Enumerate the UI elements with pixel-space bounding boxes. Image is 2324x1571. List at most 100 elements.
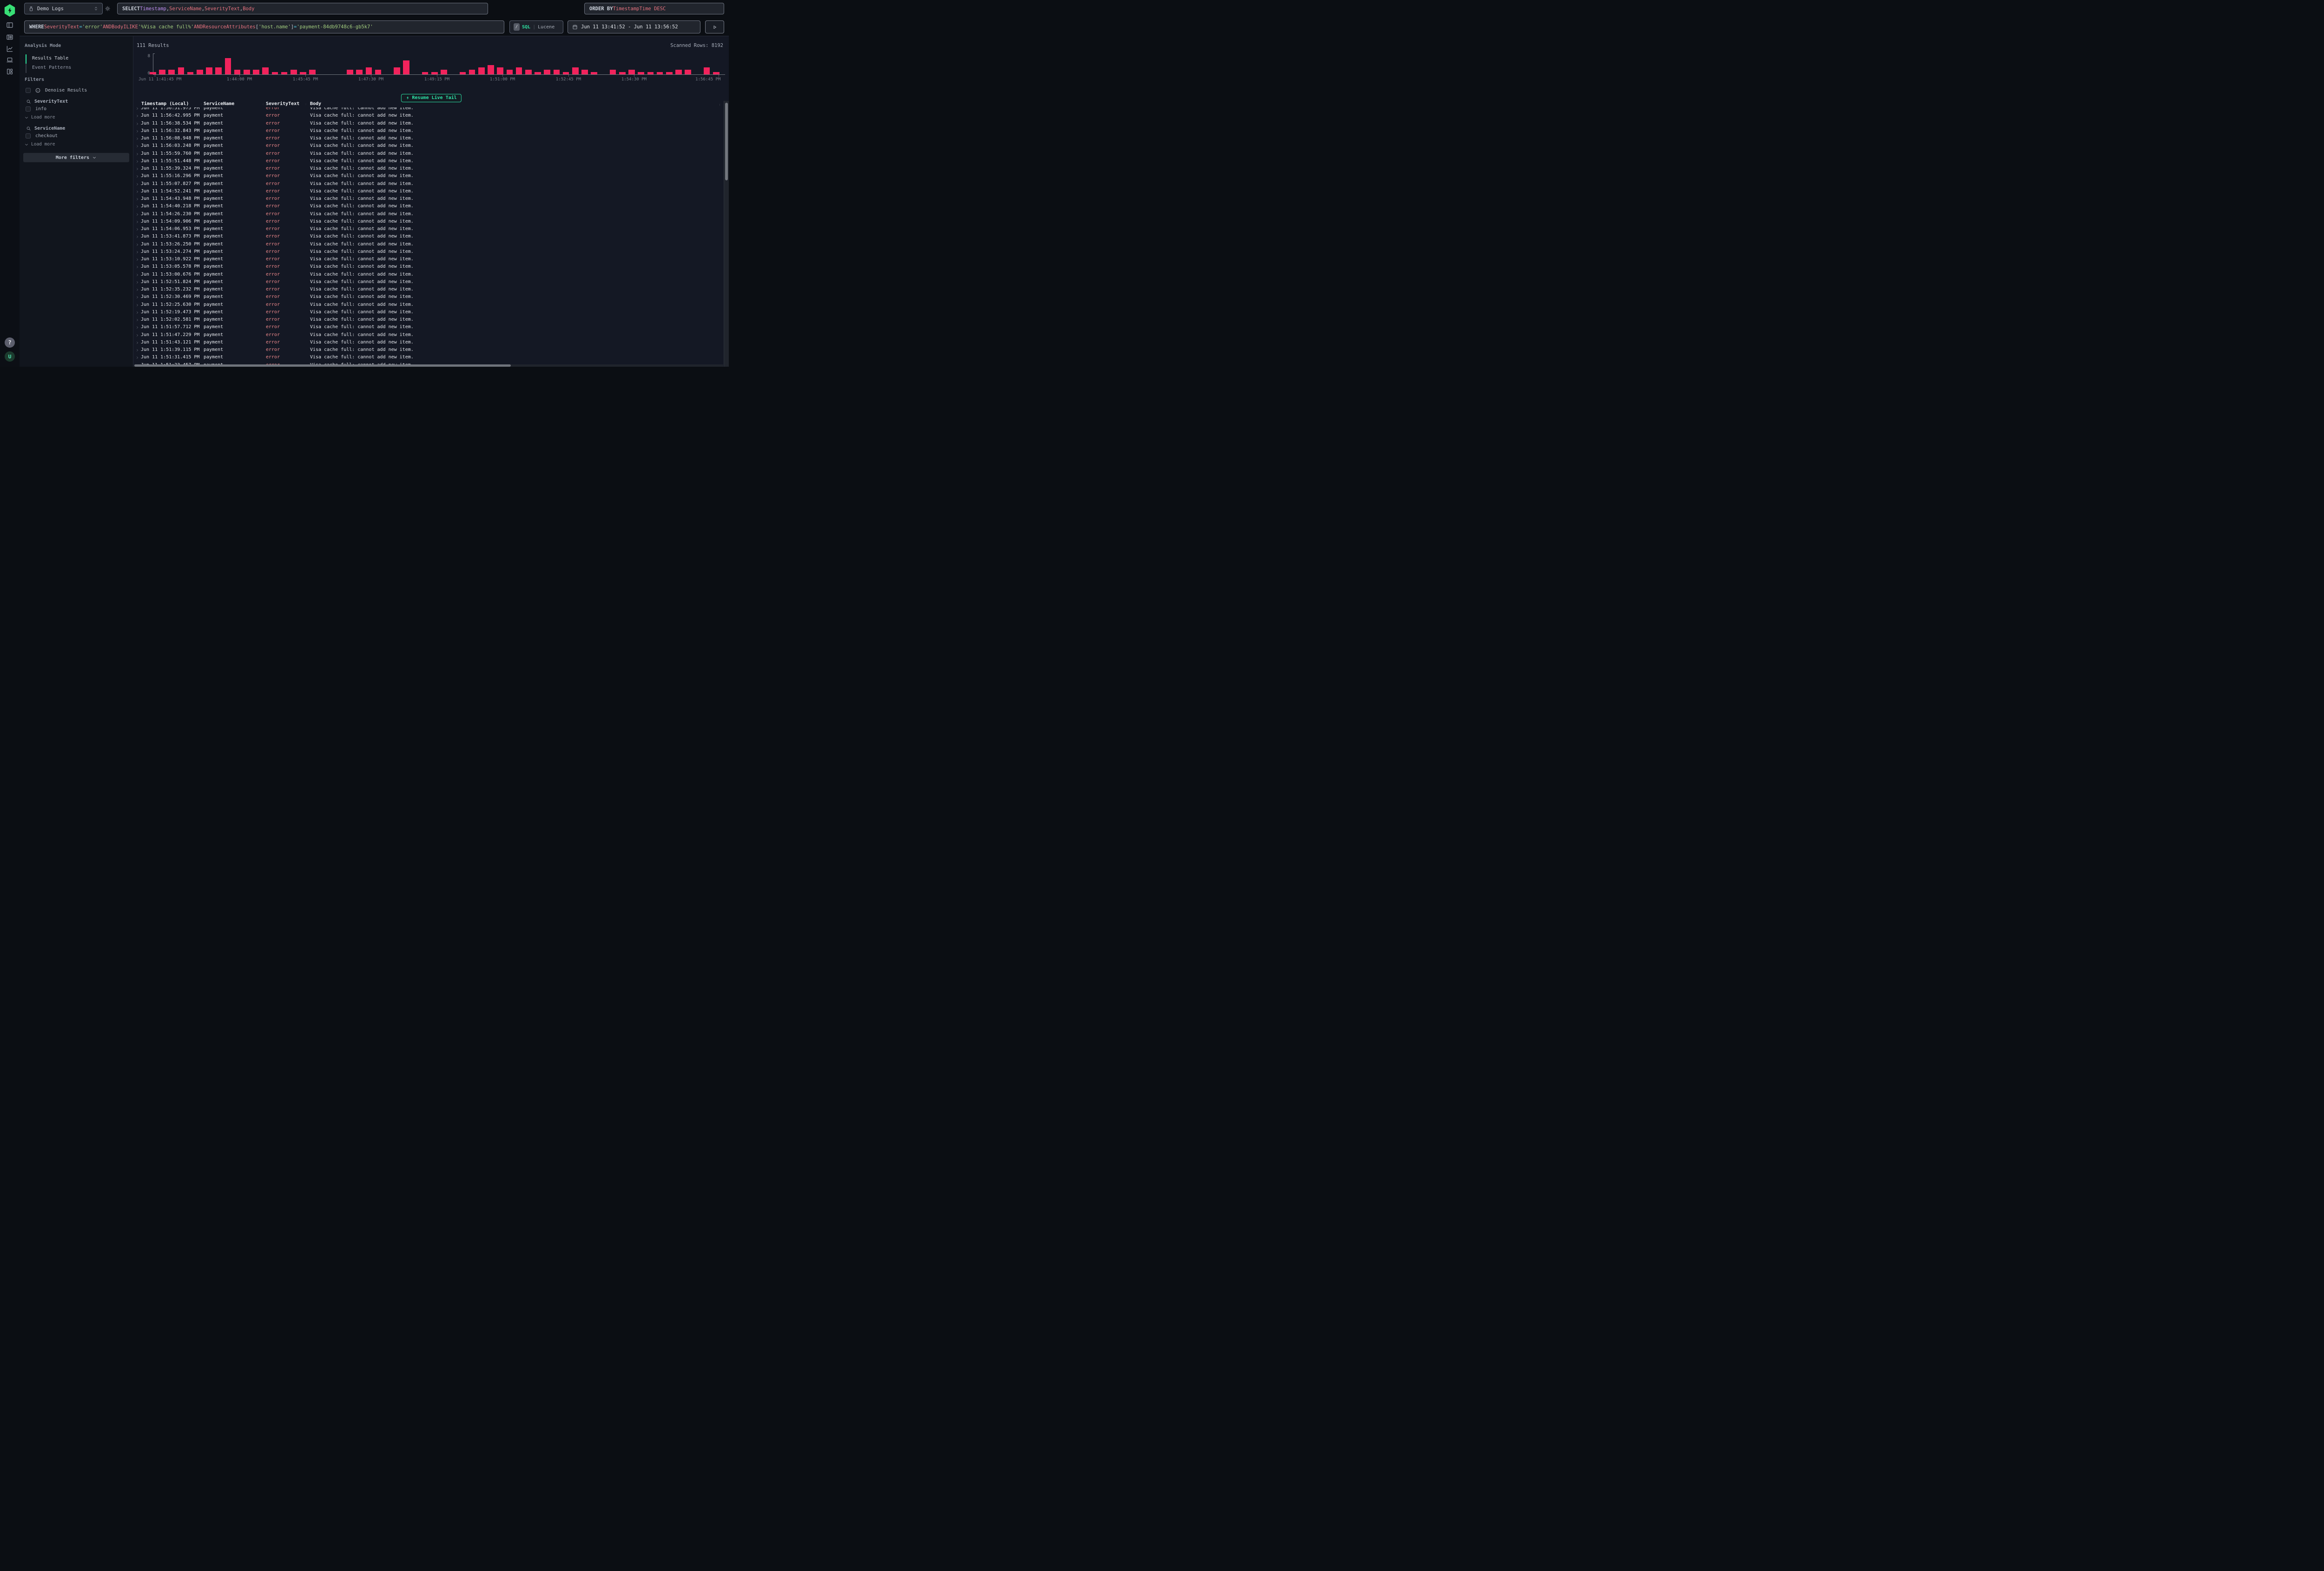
lucene-mode-option[interactable]: Lucene bbox=[538, 25, 555, 30]
row-expand-chevron-icon[interactable] bbox=[136, 122, 139, 125]
histogram-bar[interactable] bbox=[375, 70, 382, 74]
histogram-bar[interactable] bbox=[244, 70, 250, 74]
sql-mode-option[interactable]: SQL bbox=[522, 25, 530, 30]
more-filters-button[interactable]: More filters bbox=[23, 153, 129, 162]
table-row[interactable]: Jun 11 1:53:00.676 PM payment error Visa… bbox=[133, 271, 723, 278]
filter-checkbox[interactable] bbox=[26, 133, 31, 139]
row-expand-chevron-icon[interactable] bbox=[136, 220, 139, 224]
histogram-bar[interactable] bbox=[469, 70, 475, 74]
row-expand-chevron-icon[interactable] bbox=[136, 288, 139, 291]
row-expand-chevron-icon[interactable] bbox=[136, 114, 139, 118]
table-row[interactable]: Jun 11 1:56:42.995 PM payment error Visa… bbox=[133, 112, 723, 120]
table-row[interactable]: Jun 11 1:52:30.469 PM payment error Visa… bbox=[133, 294, 723, 301]
row-expand-chevron-icon[interactable] bbox=[136, 356, 139, 359]
histogram-bar[interactable] bbox=[215, 67, 222, 74]
filter-option-label[interactable]: info bbox=[35, 106, 46, 112]
horizontal-scrollbar-thumb[interactable] bbox=[134, 364, 511, 367]
user-avatar[interactable]: U bbox=[5, 351, 15, 362]
histogram-bar[interactable] bbox=[507, 70, 513, 74]
row-expand-chevron-icon[interactable] bbox=[136, 304, 139, 307]
table-row[interactable]: Jun 11 1:52:19.473 PM payment error Visa… bbox=[133, 309, 723, 316]
search-icon[interactable] bbox=[26, 99, 31, 104]
histogram-bar[interactable] bbox=[309, 70, 316, 74]
row-expand-chevron-icon[interactable] bbox=[136, 251, 139, 254]
table-row[interactable]: Jun 11 1:51:47.229 PM payment error Visa… bbox=[133, 331, 723, 339]
column-header-body[interactable]: Body bbox=[310, 101, 321, 106]
histogram-bar[interactable] bbox=[488, 65, 494, 74]
table-options-icon[interactable] bbox=[719, 102, 721, 108]
histogram-bar[interactable] bbox=[234, 70, 241, 74]
table-row[interactable]: Jun 11 1:54:09.906 PM payment error Visa… bbox=[133, 218, 723, 225]
table-row[interactable]: Jun 11 1:56:32.843 PM payment error Visa… bbox=[133, 127, 723, 135]
table-row[interactable]: Jun 11 1:53:05.578 PM payment error Visa… bbox=[133, 264, 723, 271]
histogram-bar[interactable] bbox=[554, 70, 560, 74]
histogram-bar[interactable] bbox=[525, 70, 532, 74]
source-select[interactable]: Demo Logs bbox=[24, 3, 103, 14]
row-expand-chevron-icon[interactable] bbox=[136, 190, 139, 193]
row-expand-chevron-icon[interactable] bbox=[136, 160, 139, 163]
column-resize-handle-icon[interactable] bbox=[305, 101, 307, 107]
histogram-bar[interactable] bbox=[628, 70, 635, 74]
row-expand-chevron-icon[interactable] bbox=[136, 273, 139, 277]
histogram-bar[interactable] bbox=[544, 70, 550, 74]
histogram-bar[interactable] bbox=[685, 70, 691, 74]
row-expand-chevron-icon[interactable] bbox=[136, 183, 139, 186]
row-expand-chevron-icon[interactable] bbox=[136, 326, 139, 329]
vertical-scrollbar[interactable] bbox=[724, 101, 729, 367]
histogram-bar[interactable] bbox=[290, 70, 297, 74]
row-expand-chevron-icon[interactable] bbox=[136, 349, 139, 352]
row-expand-chevron-icon[interactable] bbox=[136, 311, 139, 314]
logs-icon[interactable] bbox=[6, 33, 13, 41]
gear-icon[interactable] bbox=[105, 6, 111, 12]
histogram-bar[interactable] bbox=[356, 70, 363, 74]
row-expand-chevron-icon[interactable] bbox=[136, 175, 139, 178]
row-expand-chevron-icon[interactable] bbox=[136, 130, 139, 133]
histogram-bar[interactable] bbox=[394, 67, 400, 74]
histogram-bar[interactable] bbox=[366, 67, 372, 74]
chart-icon[interactable] bbox=[6, 45, 13, 53]
histogram-bar[interactable] bbox=[197, 70, 203, 74]
histogram-bar[interactable] bbox=[675, 70, 682, 74]
histogram-bar[interactable] bbox=[262, 67, 269, 74]
app-logo[interactable] bbox=[4, 4, 16, 17]
table-row[interactable]: Jun 11 1:52:25.630 PM payment error Visa… bbox=[133, 301, 723, 309]
histogram-bar[interactable] bbox=[478, 67, 485, 74]
query-language-toggle[interactable]: / SQL | Lucene bbox=[509, 20, 563, 33]
row-expand-chevron-icon[interactable] bbox=[136, 152, 139, 156]
table-row[interactable]: Jun 11 1:56:03.248 PM payment error Visa… bbox=[133, 143, 723, 150]
histogram-bar[interactable] bbox=[704, 67, 710, 74]
row-expand-chevron-icon[interactable] bbox=[136, 296, 139, 299]
filter-option-label[interactable]: checkout bbox=[35, 133, 58, 139]
table-row[interactable]: Jun 11 1:55:51.448 PM payment error Visa… bbox=[133, 158, 723, 165]
row-expand-chevron-icon[interactable] bbox=[136, 145, 139, 148]
table-row[interactable]: Jun 11 1:51:43.121 PM payment error Visa… bbox=[133, 339, 723, 346]
row-expand-chevron-icon[interactable] bbox=[136, 318, 139, 322]
histogram-bar[interactable] bbox=[610, 70, 616, 74]
table-row[interactable]: Jun 11 1:54:06.953 PM payment error Visa… bbox=[133, 226, 723, 233]
histogram-bar[interactable] bbox=[347, 70, 353, 74]
dashboard-icon[interactable] bbox=[6, 68, 13, 75]
run-query-button[interactable] bbox=[705, 20, 724, 33]
row-expand-chevron-icon[interactable] bbox=[136, 265, 139, 269]
row-expand-chevron-icon[interactable] bbox=[136, 205, 139, 208]
row-expand-chevron-icon[interactable] bbox=[136, 341, 139, 344]
table-row[interactable]: Jun 11 1:54:40.218 PM payment error Visa… bbox=[133, 203, 723, 211]
histogram-bar[interactable] bbox=[441, 70, 447, 74]
histogram-bar[interactable] bbox=[581, 70, 588, 74]
time-range-picker[interactable]: Jun 11 13:41:52 - Jun 11 13:56:52 bbox=[568, 20, 700, 33]
row-expand-chevron-icon[interactable] bbox=[136, 258, 139, 261]
histogram-bar[interactable] bbox=[225, 58, 231, 74]
horizontal-scrollbar[interactable] bbox=[134, 364, 723, 367]
row-expand-chevron-icon[interactable] bbox=[136, 281, 139, 284]
analysis-mode-tab-event-patterns[interactable]: Event Patterns bbox=[32, 63, 71, 72]
table-row[interactable]: Jun 11 1:56:51.975 PM payment error Visa… bbox=[133, 107, 723, 112]
table-row[interactable]: Jun 11 1:55:39.324 PM payment error Visa… bbox=[133, 165, 723, 173]
table-row[interactable]: Jun 11 1:52:35.232 PM payment error Visa… bbox=[133, 286, 723, 294]
row-expand-chevron-icon[interactable] bbox=[136, 213, 139, 216]
histogram-bar[interactable] bbox=[178, 67, 185, 74]
analysis-mode-tab-results-table[interactable]: Results Table bbox=[32, 53, 68, 63]
table-row[interactable]: Jun 11 1:52:02.581 PM payment error Visa… bbox=[133, 317, 723, 324]
load-more-button[interactable]: Load more bbox=[24, 142, 55, 147]
table-row[interactable]: Jun 11 1:51:57.712 PM payment error Visa… bbox=[133, 324, 723, 331]
column-resize-handle-icon[interactable] bbox=[262, 101, 264, 107]
